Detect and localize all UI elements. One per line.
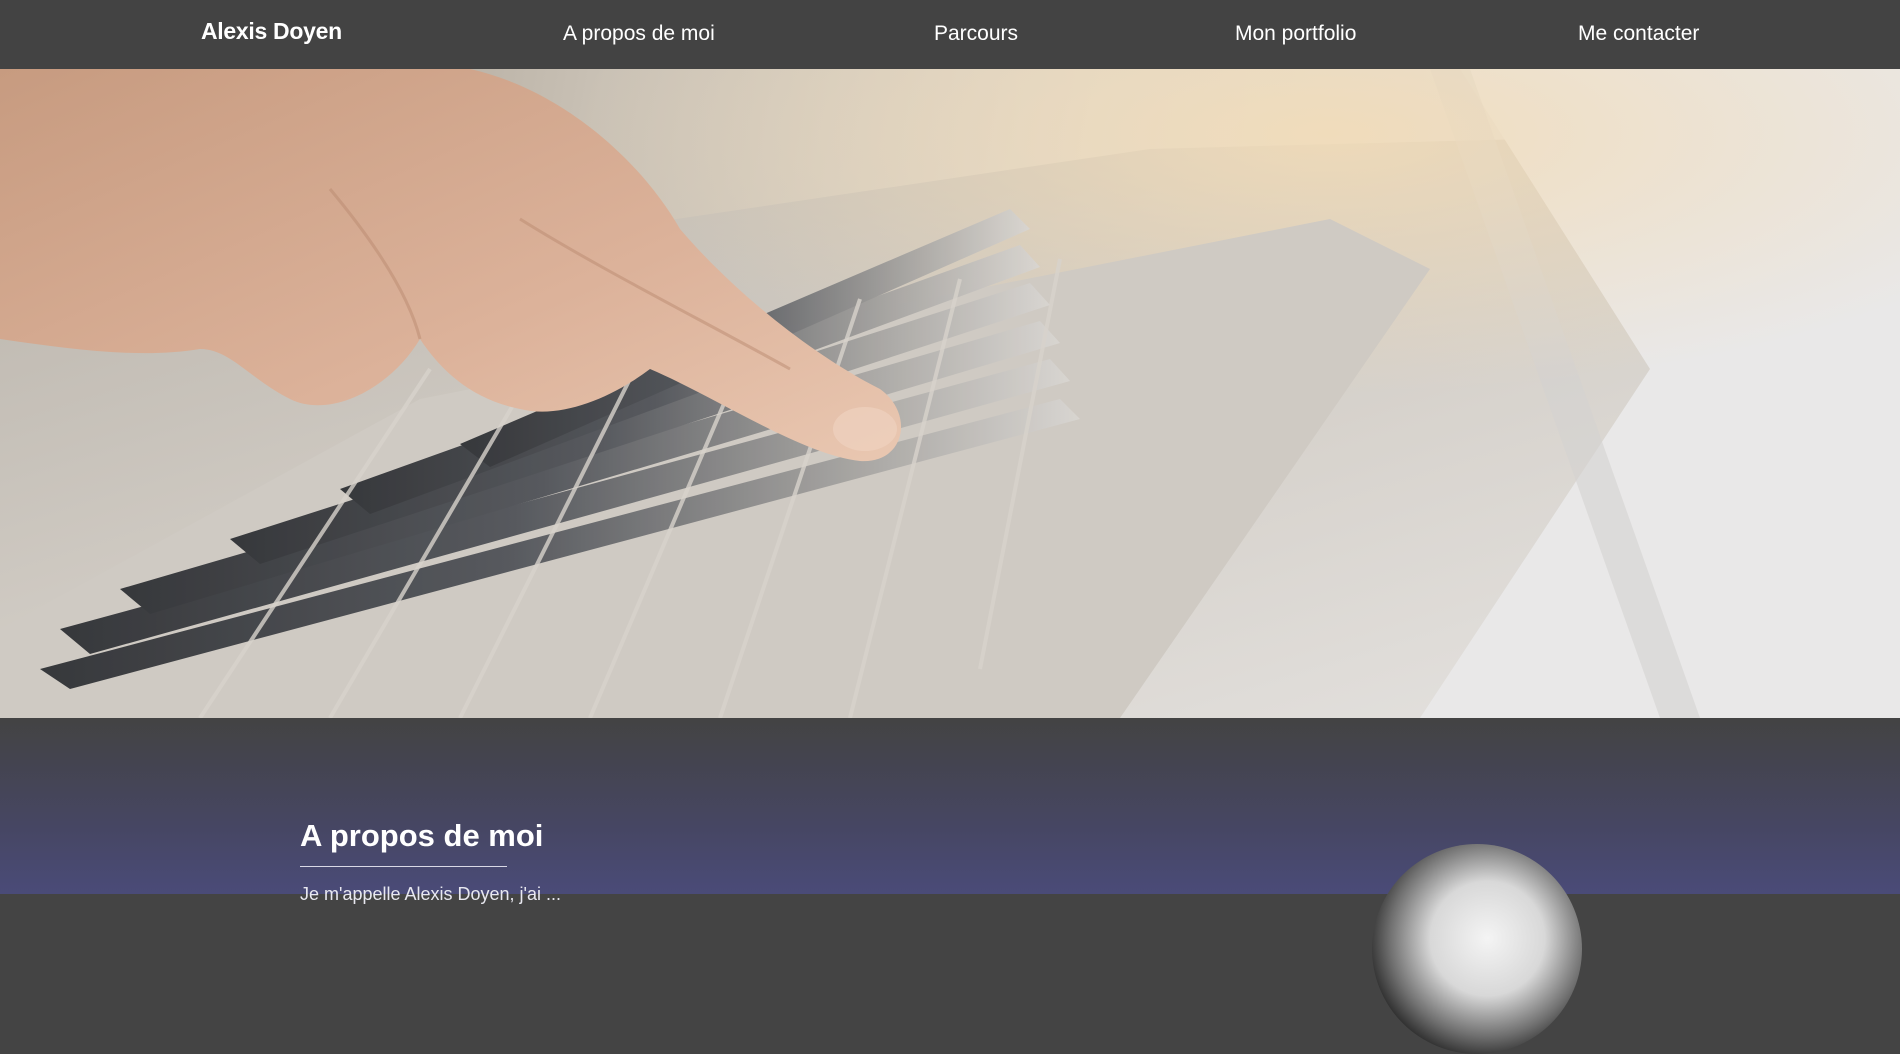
profile-avatar — [1372, 844, 1582, 1054]
hero-keyboard-image — [0, 69, 1900, 718]
about-intro-text: Je m'appelle Alexis Doyen, j'ai ... — [300, 884, 561, 904]
about-section: A propos de moi Je m'appelle Alexis Doye… — [0, 718, 1900, 1054]
hero-banner — [0, 69, 1900, 718]
nav-link-contact[interactable]: Me contacter — [1578, 22, 1699, 46]
top-navbar: Alexis Doyen A propos de moi Parcours Mo… — [0, 0, 1900, 69]
title-underline — [300, 866, 507, 867]
nav-link-a-propos[interactable]: A propos de moi — [563, 22, 715, 46]
brand-logo-link[interactable]: Alexis Doyen — [201, 18, 342, 45]
about-title: A propos de moi — [300, 818, 544, 853]
nav-link-portfolio[interactable]: Mon portfolio — [1235, 22, 1356, 46]
nav-link-parcours[interactable]: Parcours — [934, 22, 1018, 46]
